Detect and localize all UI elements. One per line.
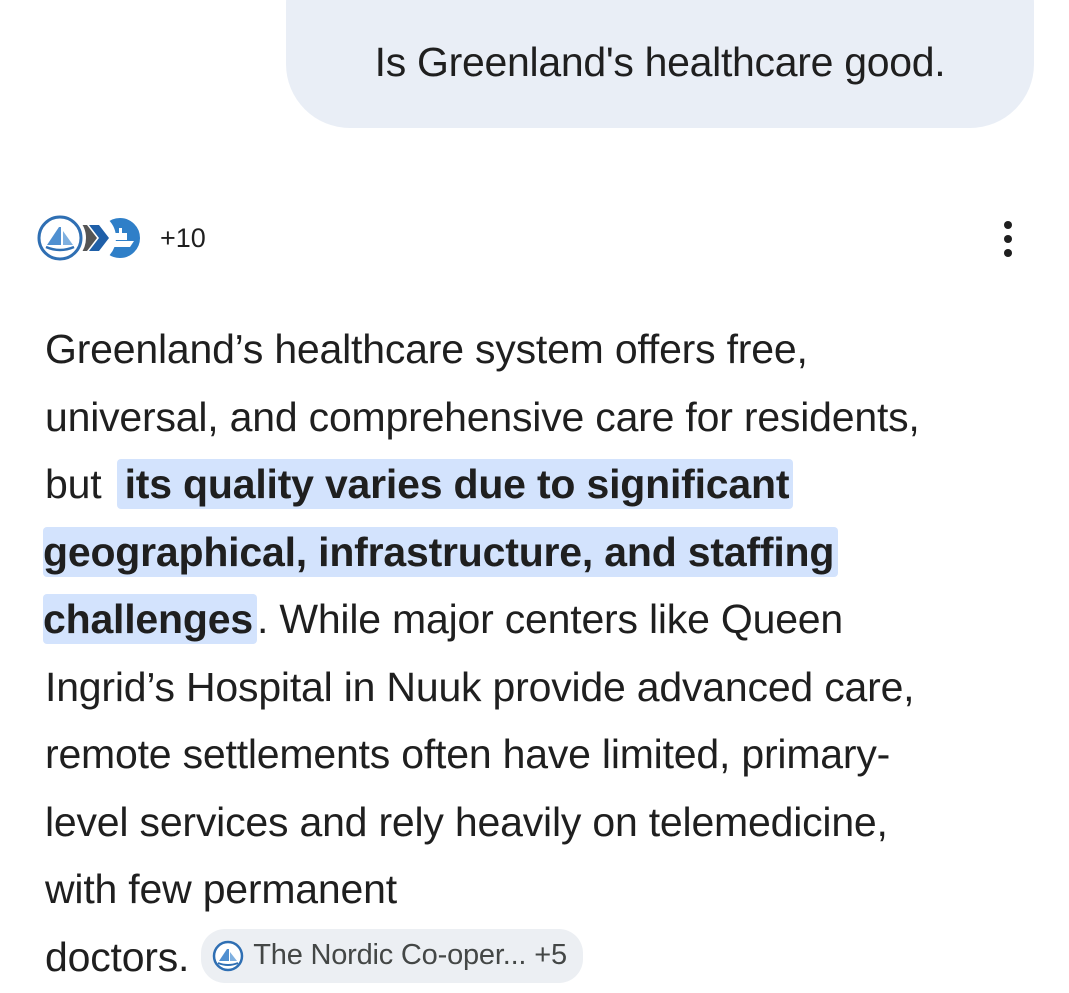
menu-dot [1004, 221, 1012, 229]
answer-line: level services and rely heavily on telem… [45, 798, 888, 845]
answer-line: universal, and comprehensive care for re… [45, 393, 920, 440]
answer-line: but its quality varies due to significan… [45, 451, 1035, 519]
answer-line: Ingrid’s Hospital in Nuuk provide advanc… [45, 663, 915, 710]
user-message-text: Is Greenland's healthcare good. [374, 39, 946, 85]
sources-stack[interactable]: +10 [34, 208, 206, 268]
answer-line: with few permanent [45, 866, 397, 912]
sources-more-count: +10 [160, 222, 206, 253]
answer-text-plain: doctors. [45, 933, 190, 980]
chat-page: Is Greenland's healthcare good. +10 Gree… [0, 0, 1069, 993]
answer-line: geographical, infrastructure, and staffi… [43, 519, 1035, 587]
more-options-button[interactable] [990, 214, 1026, 264]
source-chip-label: The Nordic Co-oper... [253, 938, 527, 971]
answer-line: Greenland’s healthcare system offers fre… [45, 326, 808, 372]
nordic-cooperation-icon [34, 212, 86, 264]
answer-line: doctors. The Nordic Co-oper... +5 [45, 924, 1035, 992]
source-chip-count: +5 [534, 938, 567, 971]
answer-text-plain: . While major centers like Queen [256, 596, 843, 642]
menu-dot [1004, 249, 1012, 257]
answer-line: challenges. While major centers like Que… [43, 586, 1035, 654]
menu-dot [1004, 235, 1012, 243]
answer-text-plain: but [45, 461, 113, 507]
highlighted-claim[interactable]: its quality varies due to significant [116, 459, 794, 509]
answer-line: remote settlements often have limited, p… [45, 731, 891, 777]
nordic-cooperation-icon [211, 939, 245, 973]
highlighted-claim[interactable]: geographical, infrastructure, and staffi… [43, 526, 839, 577]
answer-text: Greenland’s healthcare system offers fre… [43, 316, 1035, 992]
source-citation-chip[interactable]: The Nordic Co-oper... +5 [201, 928, 583, 983]
highlighted-claim[interactable]: challenges [43, 594, 257, 644]
